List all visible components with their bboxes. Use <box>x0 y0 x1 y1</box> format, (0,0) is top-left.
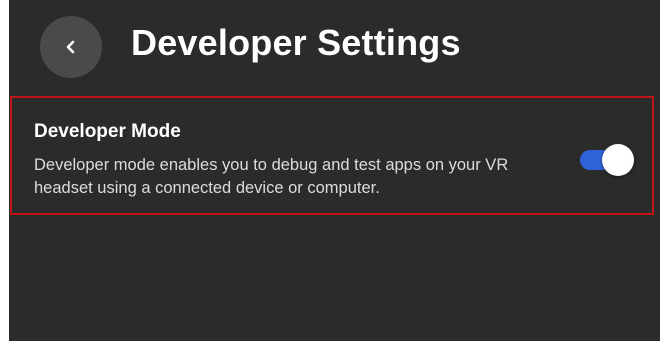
toggle-knob <box>602 144 634 176</box>
developer-mode-description: Developer mode enables you to debug and … <box>34 156 509 197</box>
chevron-left-icon <box>66 40 75 54</box>
developer-mode-setting: Developer Mode Developer mode enables yo… <box>10 96 654 215</box>
developer-mode-toggle[interactable] <box>580 143 634 177</box>
header: Developer Settings <box>9 0 660 92</box>
settings-screen: Developer Settings Developer Mode Develo… <box>9 0 660 341</box>
developer-mode-title: Developer Mode <box>34 121 181 142</box>
page-title: Developer Settings <box>131 22 461 63</box>
back-button[interactable] <box>40 16 102 78</box>
